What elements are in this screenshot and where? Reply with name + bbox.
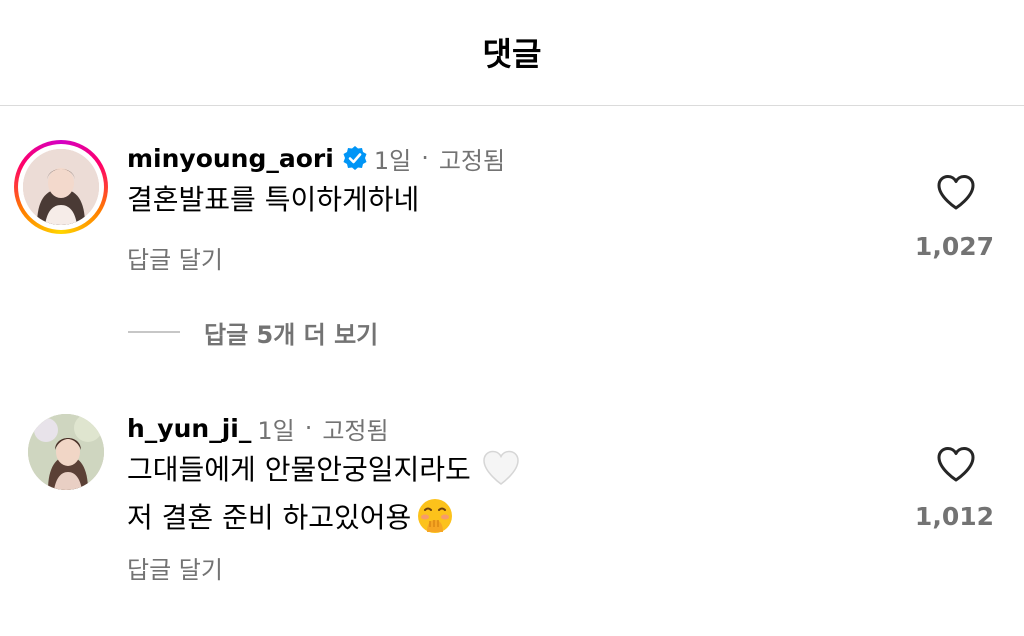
username[interactable]: minyoung_aori	[127, 144, 334, 173]
view-replies-label: 답글 5개 더 보기	[204, 320, 379, 349]
pinned-label: 고정됨	[322, 416, 389, 445]
comment-item: minyoung_aori 1일 · 고정됨 결혼발표를 특이하게하네 답글 달…	[0, 140, 1024, 300]
profile-photo-icon	[28, 414, 104, 490]
comment-meta: h_yun_ji_ 1일 · 고정됨	[127, 410, 867, 446]
comment-text: 결혼발표를 특이하게하네	[127, 183, 420, 216]
comments-page: 댓글 minyoung_aori 1일 · 고정됨 결혼발표를 특이하게하네 답…	[0, 0, 1024, 636]
comment-time: 1일	[257, 416, 295, 445]
header-title: 댓글	[482, 34, 542, 73]
separator-dot: ·	[304, 414, 313, 442]
comment-body: h_yun_ji_ 1일 · 고정됨 그대들에게 안물안궁일지라도 저 결혼 준…	[127, 410, 867, 585]
avatar[interactable]	[28, 414, 104, 490]
comment-time: 1일	[373, 146, 412, 175]
profile-photo-icon	[23, 149, 99, 225]
reply-button[interactable]: 답글 달기	[127, 550, 223, 585]
comments-header: 댓글	[0, 0, 1024, 106]
avatar-story-ring[interactable]	[14, 140, 108, 234]
avatar[interactable]	[23, 149, 99, 225]
comment-text-line: 저 결혼 준비 하고있어용	[127, 494, 867, 542]
comment-text: 저 결혼 준비 하고있어용	[127, 501, 412, 534]
comment-text: 그대들에게 안물안궁일지라도	[127, 453, 471, 486]
username[interactable]: h_yun_ji_	[127, 414, 251, 443]
verified-badge-icon	[342, 145, 368, 171]
comment-meta: minyoung_aori 1일 · 고정됨	[127, 140, 867, 176]
separator-dot: ·	[421, 144, 429, 172]
comment-text-line: 그대들에게 안물안궁일지라도	[127, 446, 867, 494]
white-heart-icon	[481, 448, 521, 488]
view-replies-button[interactable]: 답글 5개 더 보기	[128, 312, 378, 352]
like-count: 1,012	[914, 502, 994, 531]
like-heart-icon[interactable]	[936, 174, 976, 210]
pinned-label: 고정됨	[438, 146, 506, 175]
divider-line	[128, 331, 180, 333]
like-count: 1,027	[914, 232, 994, 261]
reply-button[interactable]: 답글 달기	[127, 240, 223, 275]
comment-item: h_yun_ji_ 1일 · 고정됨 그대들에게 안물안궁일지라도 저 결혼 준…	[0, 410, 1024, 610]
like-heart-icon[interactable]	[936, 446, 976, 482]
hand-over-mouth-icon	[415, 496, 455, 536]
comment-body: minyoung_aori 1일 · 고정됨 결혼발표를 특이하게하네 답글 달…	[127, 140, 867, 275]
